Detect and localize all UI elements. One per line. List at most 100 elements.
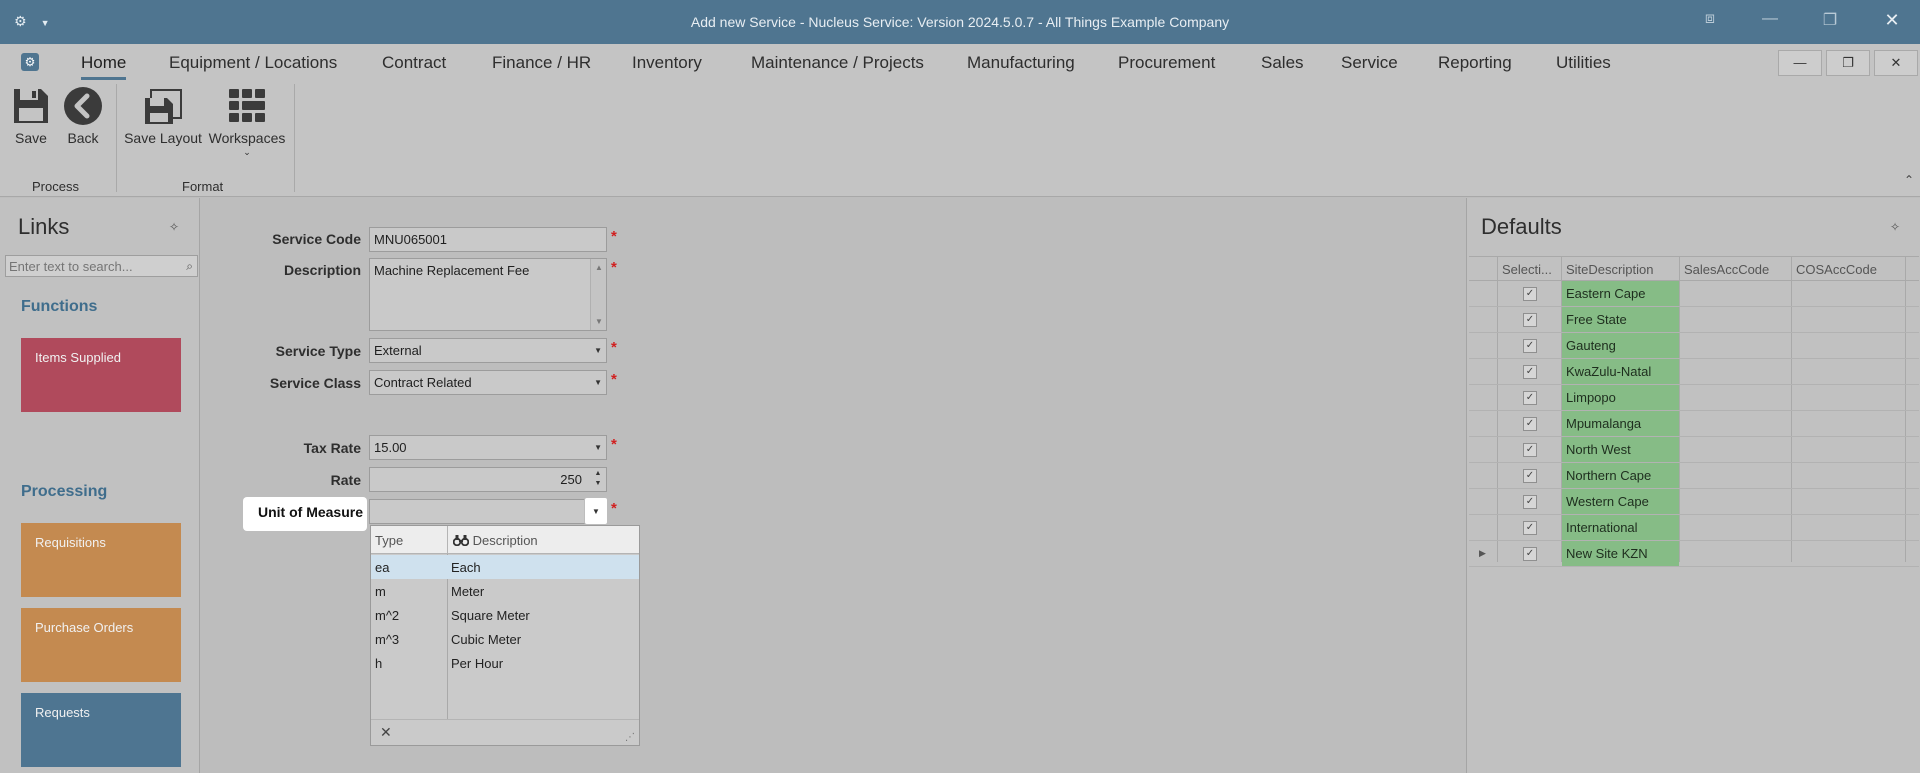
chevron-down-icon[interactable]: ▼ xyxy=(594,378,602,387)
mdi-close-button[interactable]: ✕ xyxy=(1874,50,1918,76)
checkbox[interactable]: ✓ xyxy=(1523,391,1537,405)
requisitions-tile[interactable]: Requisitions xyxy=(21,523,181,597)
site-cell[interactable]: KwaZulu-Natal xyxy=(1562,359,1679,384)
site-cell[interactable]: International xyxy=(1562,515,1679,540)
mdi-restore-button[interactable]: ❐ xyxy=(1826,50,1870,76)
table-row[interactable]: ✓ Mpumalanga xyxy=(1469,411,1919,437)
links-search[interactable]: ⌕ xyxy=(5,255,198,277)
table-row[interactable]: ✓ Free State xyxy=(1469,307,1919,333)
list-item[interactable]: h Per Hour xyxy=(371,651,639,675)
col-description-header[interactable]: Description xyxy=(452,533,538,548)
table-row[interactable]: ✓ North West xyxy=(1469,437,1919,463)
save-layout-button[interactable]: Save Layout xyxy=(124,86,202,146)
chevron-down-icon[interactable]: ▼ xyxy=(594,346,602,355)
service-type-select[interactable]: External ▼ xyxy=(369,338,607,363)
checkbox[interactable]: ✓ xyxy=(1523,339,1537,353)
description-field[interactable]: Machine Replacement Fee ▲ ▼ xyxy=(369,258,607,331)
site-cell[interactable]: North West xyxy=(1562,437,1679,462)
col-sales-acc-code-header[interactable]: SalesAccCode xyxy=(1684,262,1769,277)
save-layout-label: Save Layout xyxy=(124,130,202,146)
site-cell[interactable]: Limpopo xyxy=(1562,385,1679,410)
clear-icon[interactable]: ✕ xyxy=(380,724,392,741)
checkbox[interactable]: ✓ xyxy=(1523,313,1537,327)
checkbox[interactable]: ✓ xyxy=(1523,287,1537,301)
links-search-input[interactable] xyxy=(6,256,176,276)
uom-dropdown-button[interactable]: ▼ xyxy=(584,497,608,525)
site-cell[interactable]: Eastern Cape xyxy=(1562,281,1679,306)
table-row[interactable]: ✓ Northern Cape xyxy=(1469,463,1919,489)
table-row[interactable]: ✓ Limpopo xyxy=(1469,385,1919,411)
col-cos-acc-code-header[interactable]: COSAccCode xyxy=(1796,262,1877,277)
checkbox[interactable]: ✓ xyxy=(1523,365,1537,379)
site-cell[interactable]: Free State xyxy=(1562,307,1679,332)
site-cell[interactable]: Gauteng xyxy=(1562,333,1679,358)
table-row[interactable]: ✓ KwaZulu-Natal xyxy=(1469,359,1919,385)
col-site-description-header[interactable]: SiteDescription xyxy=(1566,262,1653,277)
tax-rate-select[interactable]: 15.00 ▼ xyxy=(369,435,607,460)
ribbon-separator xyxy=(116,84,117,192)
maximize-icon[interactable]: ❐ xyxy=(1818,10,1842,30)
close-icon[interactable]: ✕ xyxy=(1880,10,1904,31)
table-row[interactable]: ✓ Gauteng xyxy=(1469,333,1919,359)
save-layout-icon xyxy=(145,89,182,124)
minimize-icon[interactable]: — xyxy=(1758,10,1782,28)
pin-icon[interactable]: ✧ xyxy=(1890,220,1900,234)
site-cell[interactable]: New Site KZN xyxy=(1562,541,1679,566)
restore-icon[interactable]: ⧈ xyxy=(1698,10,1722,28)
search-icon[interactable]: ⌕ xyxy=(186,259,193,274)
tab-finance-hr[interactable]: Finance / HR xyxy=(492,53,591,73)
tab-utilities[interactable]: Utilities xyxy=(1556,53,1611,73)
list-item[interactable]: m Meter xyxy=(371,579,639,603)
items-supplied-tile[interactable]: Items Supplied xyxy=(21,338,181,412)
purchase-orders-tile[interactable]: Purchase Orders xyxy=(21,608,181,682)
tab-service[interactable]: Service xyxy=(1341,53,1398,73)
table-row[interactable]: ▶ ✓ New Site KZN xyxy=(1469,541,1919,567)
col-selection-header[interactable]: Selecti... xyxy=(1502,262,1560,277)
site-cell[interactable]: Northern Cape xyxy=(1562,463,1679,488)
mdi-minimize-button[interactable]: — xyxy=(1778,50,1822,76)
tab-sales[interactable]: Sales xyxy=(1261,53,1304,73)
save-button[interactable]: Save xyxy=(10,86,52,146)
table-row[interactable]: ✓ Eastern Cape xyxy=(1469,281,1919,307)
tax-rate-value: 15.00 xyxy=(374,440,407,455)
tab-procurement[interactable]: Procurement xyxy=(1118,53,1215,73)
description-scrollbar[interactable]: ▲ ▼ xyxy=(590,259,606,330)
group-label-process: Process xyxy=(32,179,79,194)
tab-home[interactable]: Home xyxy=(81,53,127,80)
gear-icon[interactable]: ⚙ xyxy=(21,53,39,71)
tab-contract[interactable]: Contract xyxy=(382,53,446,73)
resize-grip-icon[interactable]: ⋰ xyxy=(625,732,635,743)
list-item[interactable]: m^2 Square Meter xyxy=(371,603,639,627)
checkbox[interactable]: ✓ xyxy=(1523,443,1537,457)
table-row[interactable]: ✓ International xyxy=(1469,515,1919,541)
chevron-down-icon: ▼ xyxy=(592,507,600,516)
pin-icon[interactable]: ✧ xyxy=(169,220,179,234)
table-row[interactable]: ✓ Western Cape xyxy=(1469,489,1919,515)
checkbox[interactable]: ✓ xyxy=(1523,495,1537,509)
requests-tile[interactable]: Requests xyxy=(21,693,181,767)
site-cell[interactable]: Western Cape xyxy=(1562,489,1679,514)
service-class-select[interactable]: Contract Related ▼ xyxy=(369,370,607,395)
collapse-ribbon-icon[interactable]: ⌃ xyxy=(1904,173,1914,187)
tab-maintenance-projects[interactable]: Maintenance / Projects xyxy=(751,53,924,73)
list-item[interactable]: m^3 Cubic Meter xyxy=(371,627,639,651)
checkbox[interactable]: ✓ xyxy=(1523,469,1537,483)
uom-select[interactable] xyxy=(369,499,607,524)
list-item[interactable]: ea Each xyxy=(371,555,639,579)
chevron-down-icon[interactable]: ▼ xyxy=(594,443,602,452)
service-code-field[interactable]: MNU065001 xyxy=(369,227,607,252)
back-button[interactable]: Back xyxy=(62,86,104,146)
checkbox[interactable]: ✓ xyxy=(1523,521,1537,535)
tab-equipment-locations[interactable]: Equipment / Locations xyxy=(169,53,337,73)
tab-reporting[interactable]: Reporting xyxy=(1438,53,1512,73)
workspaces-button[interactable]: Workspaces ⌄ xyxy=(208,86,286,158)
tab-inventory[interactable]: Inventory xyxy=(632,53,702,73)
spinner-arrows-icon[interactable]: ▲ ▼ xyxy=(592,469,604,489)
checkbox[interactable]: ✓ xyxy=(1523,547,1537,561)
site-cell[interactable]: Mpumalanga xyxy=(1562,411,1679,436)
tab-manufacturing[interactable]: Manufacturing xyxy=(967,53,1075,73)
checkbox[interactable]: ✓ xyxy=(1523,417,1537,431)
uom-description: Meter xyxy=(451,584,485,599)
col-type-header[interactable]: Type xyxy=(375,533,403,548)
rate-spinner[interactable]: 250 ▲ ▼ xyxy=(369,467,607,492)
